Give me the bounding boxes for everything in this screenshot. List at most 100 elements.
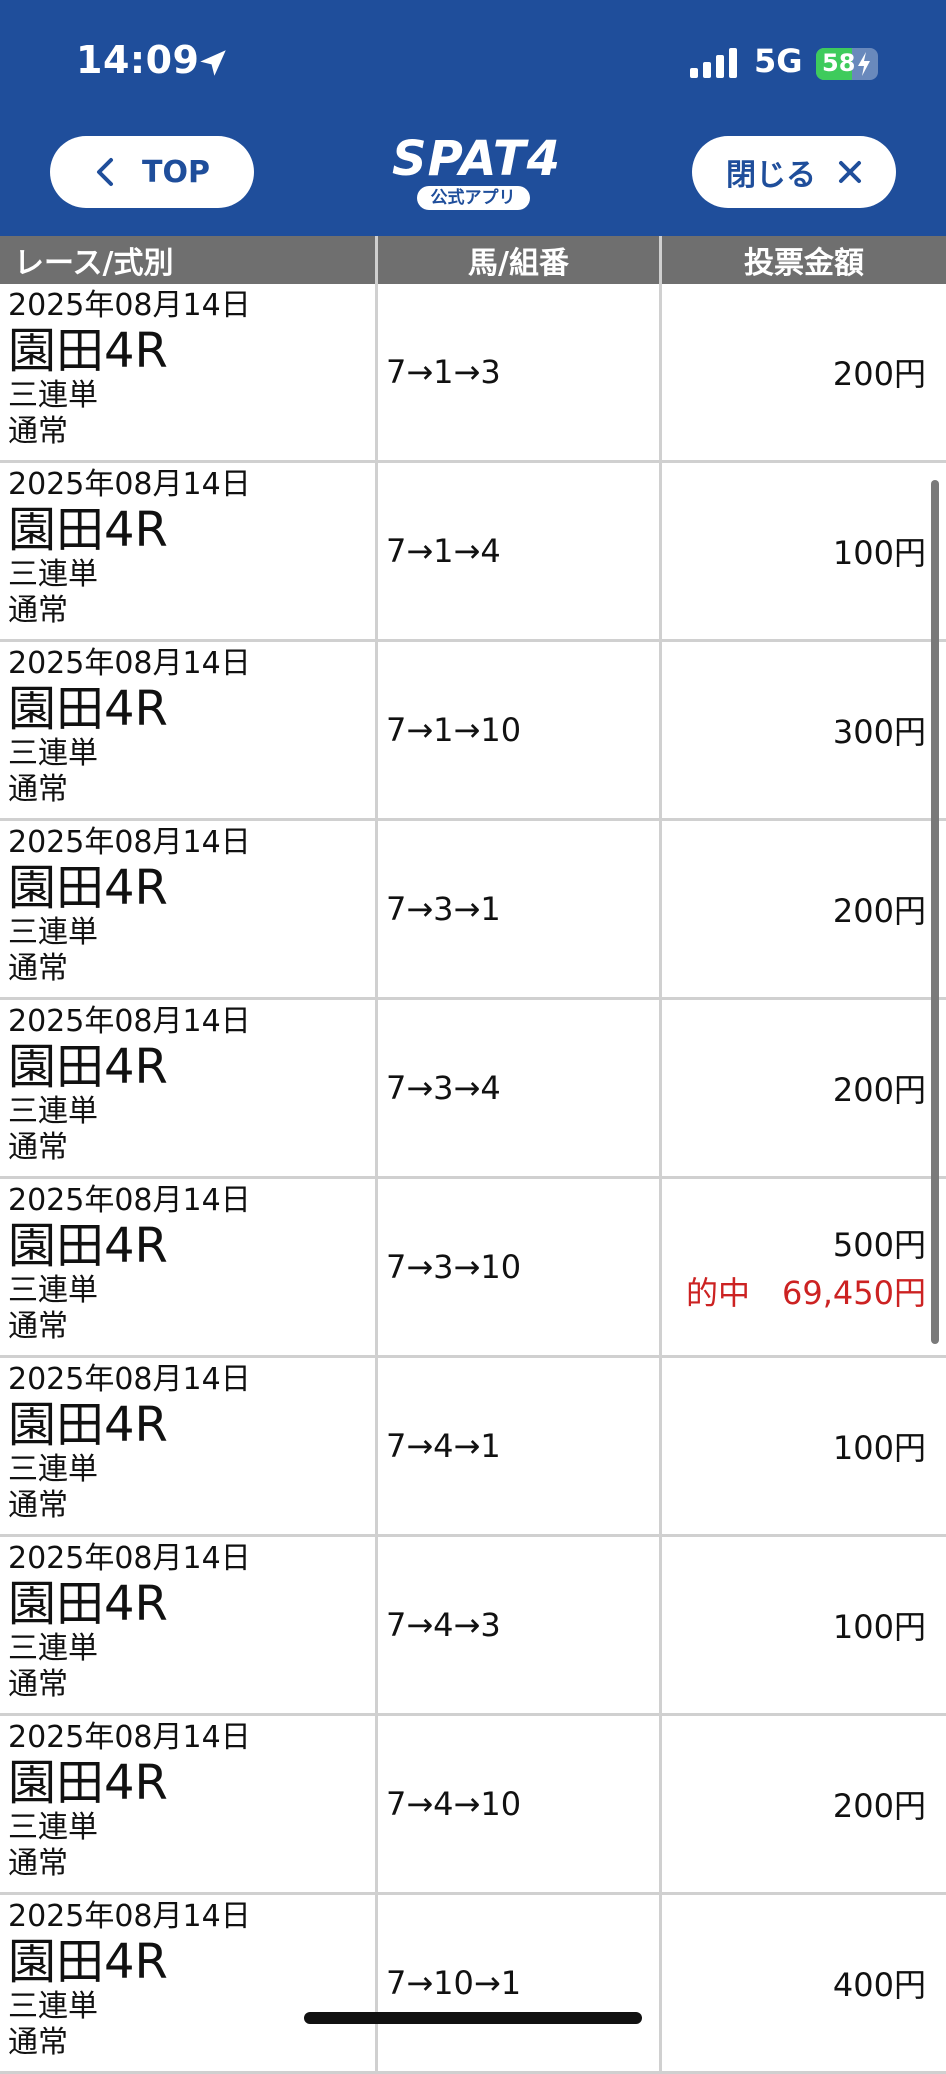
race-cell: 2025年08月14日 園田4R 三連単 通常: [0, 1358, 378, 1534]
race-name: 園田4R: [8, 1755, 168, 1811]
amount-cell: 500円的中 69,450円: [662, 1179, 946, 1355]
race-cell: 2025年08月14日 園田4R 三連単 通常: [0, 1179, 378, 1355]
race-date: 2025年08月14日: [8, 1541, 251, 1576]
column-header-amount: 投票金額: [744, 246, 864, 281]
spat4-logo: SPAT4 公式アプリ: [392, 131, 562, 216]
combination-text: 7→3→1: [386, 890, 501, 928]
race-date: 2025年08月14日: [8, 1183, 251, 1218]
combination-text: 7→1→4: [386, 532, 501, 570]
bet-type: 三連単: [8, 1273, 98, 1308]
combination-cell: 7→3→1: [378, 821, 662, 997]
amount-cell: 200円: [662, 821, 946, 997]
race-cell: 2025年08月14日 園田4R 三連単 通常: [0, 284, 378, 460]
status-time: 14:09: [76, 38, 200, 82]
charging-bolt-icon: [858, 52, 870, 76]
bet-mode: 通常: [8, 1488, 68, 1523]
race-name: 園田4R: [8, 1218, 168, 1274]
bet-mode: 通常: [8, 772, 68, 807]
amount-cell: 200円: [662, 1716, 946, 1892]
race-cell: 2025年08月14日 園田4R 三連単 通常: [0, 1895, 378, 2071]
race-cell: 2025年08月14日 園田4R 三連単 通常: [0, 1000, 378, 1176]
race-cell: 2025年08月14日 園田4R 三連単 通常: [0, 1716, 378, 1892]
race-cell: 2025年08月14日 園田4R 三連単 通常: [0, 642, 378, 818]
race-date: 2025年08月14日: [8, 825, 251, 860]
bet-amount: 500円: [832, 1226, 926, 1264]
bet-type: 三連単: [8, 915, 98, 950]
chevron-left-icon: [97, 158, 114, 186]
battery-percent: 58: [822, 49, 856, 77]
home-indicator[interactable]: [304, 2012, 642, 2024]
bet-amount: 200円: [832, 355, 926, 393]
bet-type: 三連単: [8, 557, 98, 592]
bet-type: 三連単: [8, 1631, 98, 1666]
race-date: 2025年08月14日: [8, 467, 251, 502]
combination-cell: 7→3→4: [378, 1000, 662, 1176]
column-header-combination: 馬/組番: [378, 236, 662, 284]
table-body: 2025年08月14日 園田4R 三連単 通常 7→1→3 200円 2025年08月14日…: [0, 284, 946, 2074]
bet-mode: 通常: [8, 414, 68, 449]
close-icon: [839, 161, 861, 183]
table-row: 2025年08月14日 園田4R 三連単 通常 7→1→4 100円: [0, 463, 946, 642]
race-date: 2025年08月14日: [8, 288, 251, 323]
scrollbar[interactable]: [931, 480, 939, 1344]
combination-text: 7→3→4: [386, 1069, 501, 1107]
amount-cell: 300円: [662, 642, 946, 818]
combination-cell: 7→1→10: [378, 642, 662, 818]
logo-sub-text: 公式アプリ: [416, 186, 530, 210]
race-name: 園田4R: [8, 1397, 168, 1453]
bet-amount: 200円: [832, 892, 926, 930]
race-name: 園田4R: [8, 1039, 168, 1095]
race-date: 2025年08月14日: [8, 646, 251, 681]
bet-type: 三連単: [8, 736, 98, 771]
race-date: 2025年08月14日: [8, 1720, 251, 1755]
combination-cell: 7→3→10: [378, 1179, 662, 1355]
bet-amount: 100円: [832, 1429, 926, 1467]
race-name: 園田4R: [8, 681, 168, 737]
combination-text: 7→1→3: [386, 353, 501, 391]
race-name: 園田4R: [8, 1576, 168, 1632]
table-row: 2025年08月14日 園田4R 三連単 通常 7→1→3 200円: [0, 284, 946, 463]
location-arrow-icon: [200, 50, 226, 76]
race-cell: 2025年08月14日 園田4R 三連単 通常: [0, 821, 378, 997]
bet-amount: 100円: [832, 534, 926, 572]
race-date: 2025年08月14日: [8, 1004, 251, 1039]
combination-cell: 7→4→1: [378, 1358, 662, 1534]
bet-amount: 200円: [832, 1071, 926, 1109]
close-button[interactable]: 閉じる: [692, 136, 896, 208]
combination-text: 7→10→1: [386, 1964, 522, 2002]
bet-history-table: レース/式別 馬/組番 投票金額 2025年08月14日 園田4R 三連単 通常 7→1…: [0, 236, 946, 2074]
amount-cell: 400円: [662, 1895, 946, 2071]
bet-mode: 通常: [8, 2025, 68, 2060]
race-date: 2025年08月14日: [8, 1362, 251, 1397]
race-name: 園田4R: [8, 1934, 168, 1990]
bet-mode: 通常: [8, 951, 68, 986]
combination-text: 7→4→10: [386, 1785, 522, 1823]
top-button[interactable]: TOP: [50, 136, 254, 208]
bet-mode: 通常: [8, 1130, 68, 1165]
logo-main-text: SPAT4: [392, 131, 562, 187]
top-button-label: TOP: [142, 154, 210, 190]
amount-cell: 100円: [662, 1537, 946, 1713]
table-row: 2025年08月14日 園田4R 三連単 通常 7→1→10 300円: [0, 642, 946, 821]
bet-mode: 通常: [8, 1309, 68, 1344]
hit-payout: 的中 69,450円: [686, 1274, 926, 1312]
bet-mode: 通常: [8, 1846, 68, 1881]
combination-text: 7→4→3: [386, 1606, 501, 1644]
bet-type: 三連単: [8, 1810, 98, 1845]
amount-cell: 100円: [662, 463, 946, 639]
close-button-label: 閉じる: [726, 158, 816, 193]
table-row: 2025年08月14日 園田4R 三連単 通常 7→10→1 400円: [0, 1895, 946, 2074]
table-row: 2025年08月14日 園田4R 三連単 通常 7→4→3 100円: [0, 1537, 946, 1716]
bet-type: 三連単: [8, 1452, 98, 1487]
amount-cell: 100円: [662, 1358, 946, 1534]
combination-cell: 7→10→1: [378, 1895, 662, 2071]
battery-indicator: 58: [816, 48, 878, 80]
app-header: 14:09 5G 58 TOP SPAT4 公式アプリ 閉じる: [0, 0, 946, 236]
column-header-race: レース/式別: [0, 236, 378, 284]
combination-text: 7→1→10: [386, 711, 522, 749]
amount-cell: 200円: [662, 284, 946, 460]
table-row: 2025年08月14日 園田4R 三連単 通常 7→3→1 200円: [0, 821, 946, 1000]
bet-amount: 100円: [832, 1608, 926, 1646]
race-date: 2025年08月14日: [8, 1899, 251, 1934]
bet-mode: 通常: [8, 1667, 68, 1702]
